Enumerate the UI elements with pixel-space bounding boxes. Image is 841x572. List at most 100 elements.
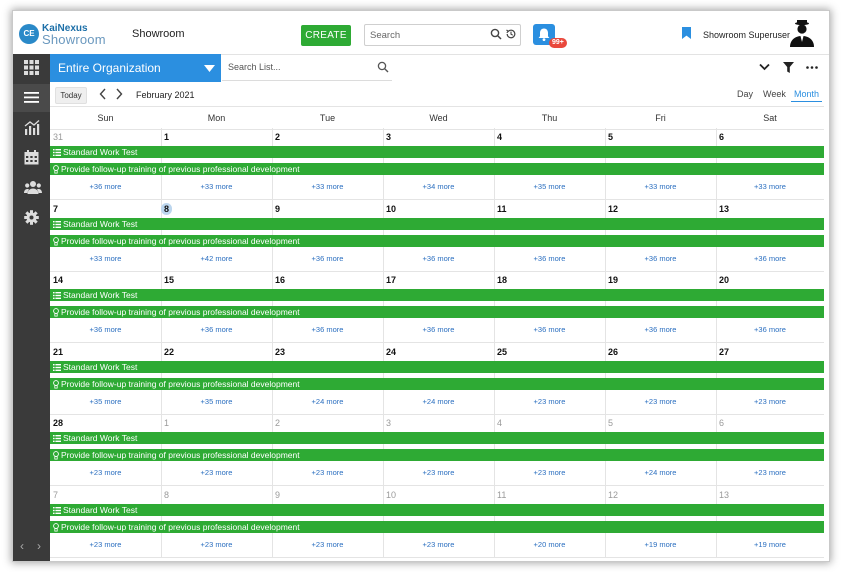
more-events-link[interactable]: +33 more [716,182,824,191]
day-number[interactable]: 10 [386,490,396,500]
event-bar-training[interactable]: Provide follow-up training of previous p… [50,163,824,175]
bookmark-icon[interactable] [682,27,691,39]
create-button[interactable]: CREATE [301,25,351,46]
more-events-link[interactable]: +36 more [383,254,494,263]
collapse-left-icon[interactable]: ‹ [20,539,24,553]
sidebar-item-settings[interactable] [13,204,50,232]
more-events-link[interactable]: +23 more [161,540,272,549]
more-events-link[interactable]: +36 more [272,254,383,263]
event-bar-standard-work[interactable]: Standard Work Test [50,432,824,444]
day-number[interactable]: 31 [53,132,63,142]
event-bar-training[interactable]: Provide follow-up training of previous p… [50,377,824,390]
filter-icon[interactable] [783,62,794,73]
day-number[interactable]: 17 [386,275,396,285]
more-events-link[interactable]: +20 more [494,540,605,549]
avatar[interactable] [788,19,816,47]
more-events-link[interactable]: +23 more [383,468,494,477]
chevron-right-icon[interactable] [115,88,123,100]
logo-icon[interactable]: CE [19,24,39,44]
day-number[interactable]: 16 [275,275,285,285]
more-options-icon[interactable] [806,66,818,69]
event-bar-standard-work[interactable]: Standard Work Test [50,289,824,301]
list-search-input[interactable] [226,61,370,73]
day-number[interactable]: 2 [275,418,280,428]
event-bar-standard-work[interactable]: Standard Work Test [50,360,824,373]
event-bar-standard-work[interactable]: Standard Work Test [50,217,824,230]
day-number[interactable]: 5 [608,132,613,142]
user-name[interactable]: Showroom Superuser [703,30,790,40]
day-number[interactable]: 10 [386,204,396,214]
day-number[interactable]: 6 [719,132,724,142]
more-events-link[interactable]: +34 more [383,182,494,191]
sidebar-item-people[interactable] [13,174,50,202]
more-events-link[interactable]: +23 more [161,468,272,477]
more-events-link[interactable]: +33 more [161,182,272,191]
more-events-link[interactable]: +36 more [605,325,716,334]
day-number[interactable]: 6 [719,418,724,428]
day-number[interactable]: 1 [164,132,169,142]
more-events-link[interactable]: +36 more [605,254,716,263]
event-bar-training[interactable]: Provide follow-up training of previous p… [50,520,824,533]
day-number[interactable]: 20 [719,275,729,285]
day-number[interactable]: 7 [53,204,58,214]
day-number[interactable]: 9 [275,204,280,214]
history-icon[interactable] [505,28,517,40]
day-number[interactable]: 11 [497,204,507,214]
day-number[interactable]: 2 [275,132,280,142]
search-icon[interactable] [490,28,502,40]
day-number[interactable]: 3 [386,418,391,428]
search-input[interactable] [368,27,482,44]
day-number[interactable]: 26 [608,347,618,357]
today-button[interactable]: Today [55,87,87,104]
more-events-link[interactable]: +35 more [161,397,272,406]
day-number[interactable]: 27 [719,347,729,357]
more-events-link[interactable]: +23 more [50,468,161,477]
day-number[interactable]: 25 [497,347,507,357]
day-number[interactable]: 5 [608,418,613,428]
more-events-link[interactable]: +23 more [50,540,161,549]
search-icon[interactable] [377,61,389,73]
day-number[interactable]: 1 [164,418,169,428]
more-events-link[interactable]: +23 more [383,540,494,549]
more-events-link[interactable]: +36 more [716,254,824,263]
event-bar-standard-work[interactable]: Standard Work Test [50,146,824,158]
day-number[interactable]: 18 [497,275,507,285]
day-number[interactable]: 28 [53,418,63,428]
view-month-button[interactable]: Month [791,87,823,102]
day-number[interactable]: 14 [53,275,63,285]
day-number[interactable]: 13 [719,490,729,500]
more-events-link[interactable]: +23 more [716,468,824,477]
more-events-link[interactable]: +36 more [161,325,272,334]
more-events-link[interactable]: +33 more [605,182,716,191]
sidebar-item-calendar[interactable] [13,144,50,172]
more-events-link[interactable]: +19 more [605,540,716,549]
day-number[interactable]: 11 [497,490,506,500]
event-bar-standard-work[interactable]: Standard Work Test [50,503,824,516]
more-events-link[interactable]: +42 more [161,254,272,263]
more-events-link[interactable]: +23 more [494,397,605,406]
more-events-link[interactable]: +35 more [50,397,161,406]
view-week-button[interactable]: Week [763,89,786,99]
more-events-link[interactable]: +23 more [494,468,605,477]
more-events-link[interactable]: +24 more [383,397,494,406]
sidebar-item-charts[interactable] [13,114,50,142]
organization-selector[interactable]: Entire Organization [50,54,221,82]
day-number[interactable]: 8 [161,202,173,215]
day-number[interactable]: 7 [53,490,58,500]
event-bar-training[interactable]: Provide follow-up training of previous p… [50,449,824,461]
chevron-down-icon[interactable] [759,63,770,71]
day-number[interactable]: 9 [275,490,280,500]
day-number[interactable]: 24 [386,347,396,357]
more-events-link[interactable]: +36 more [716,325,824,334]
more-events-link[interactable]: +19 more [716,540,824,549]
more-events-link[interactable]: +36 more [272,325,383,334]
more-events-link[interactable]: +36 more [494,254,605,263]
day-number[interactable]: 4 [497,132,502,142]
day-number[interactable]: 12 [608,490,618,500]
day-number[interactable]: 22 [164,347,174,357]
day-number[interactable]: 13 [719,204,729,214]
more-events-link[interactable]: +36 more [50,325,161,334]
more-events-link[interactable]: +33 more [272,182,383,191]
more-events-link[interactable]: +23 more [272,468,383,477]
day-number[interactable]: 12 [608,204,618,214]
